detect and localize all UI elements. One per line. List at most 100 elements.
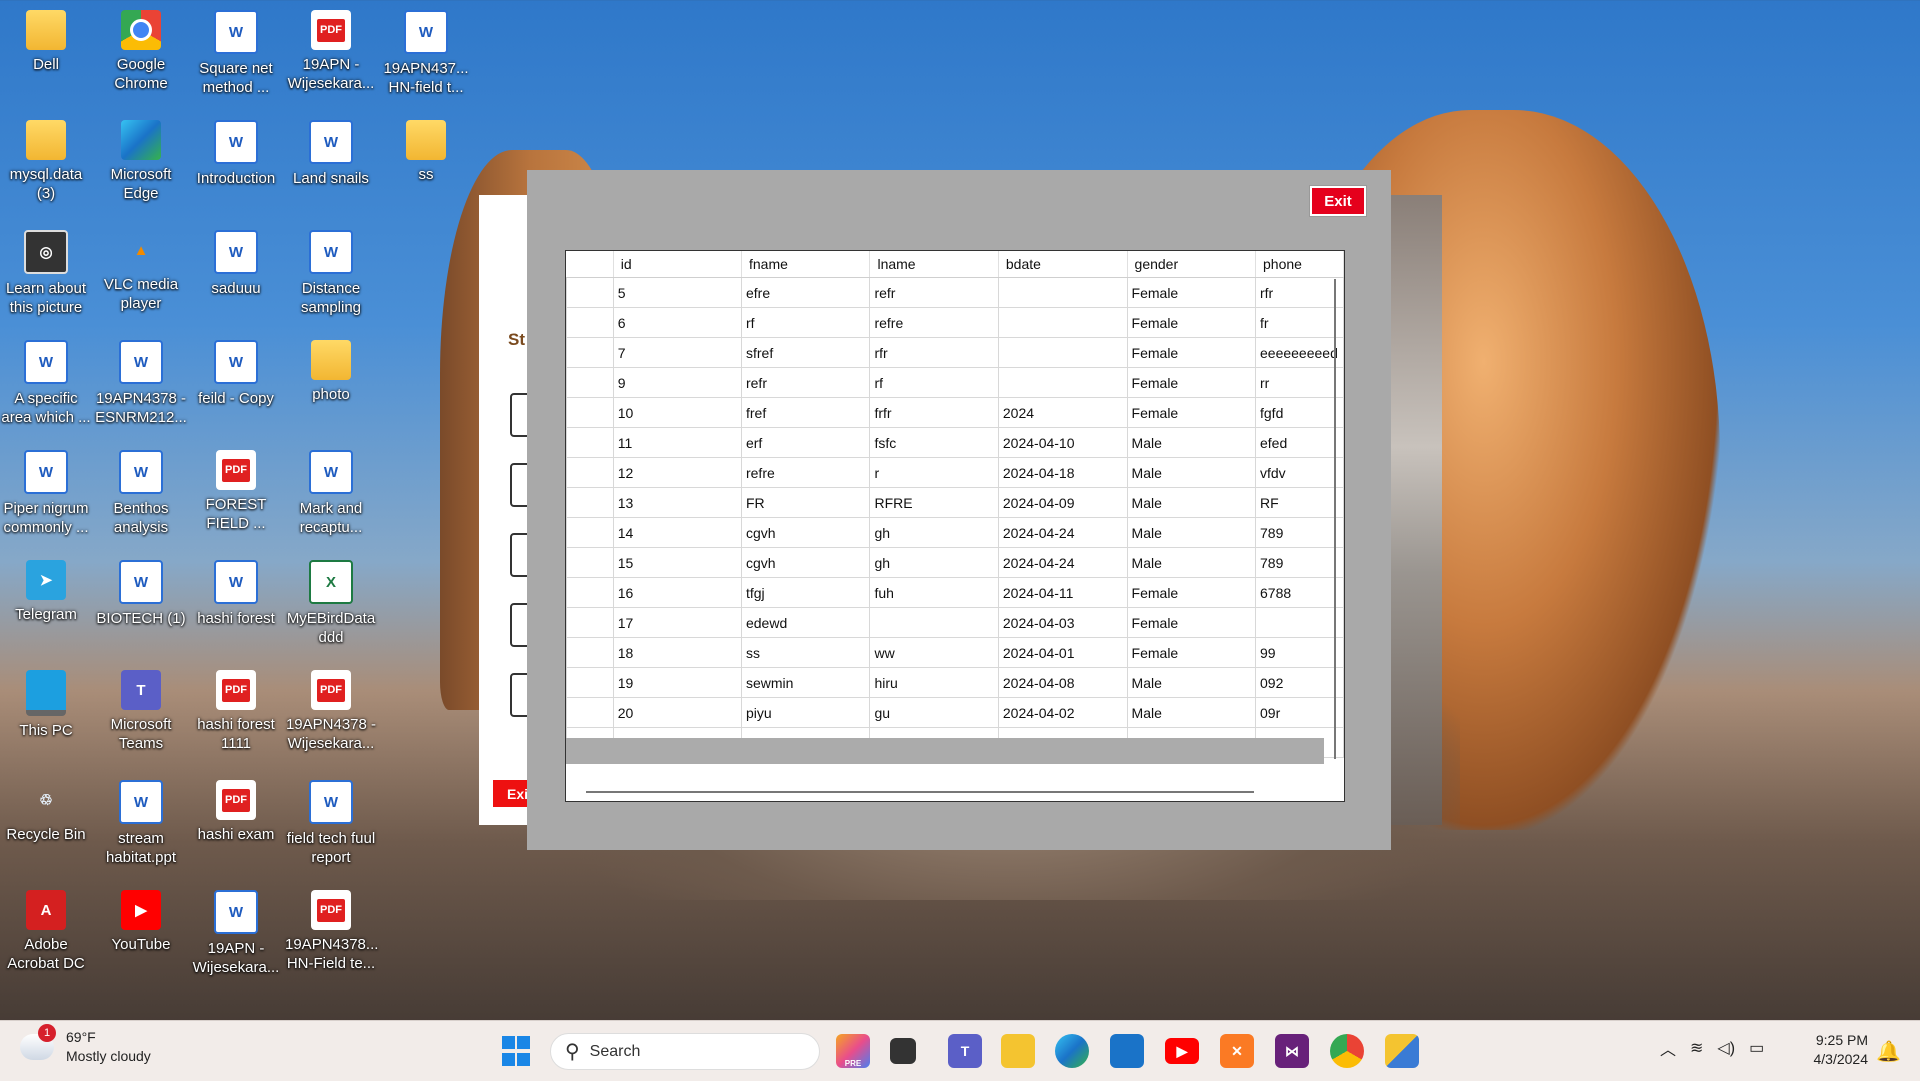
cell-lname[interactable]: fuh <box>869 577 999 608</box>
cell-lname[interactable] <box>869 607 999 638</box>
cell-gender[interactable]: Male <box>1126 547 1257 578</box>
cell-lname[interactable]: rfr <box>869 337 999 368</box>
column-header-phone[interactable]: phone <box>1255 251 1344 278</box>
cell-gender[interactable]: Male <box>1126 427 1257 458</box>
cell-phone[interactable]: fgfd <box>1255 397 1344 428</box>
cell-bdate[interactable]: 2024 <box>997 397 1128 428</box>
youtube-icon[interactable]: ▶ <box>1165 1038 1199 1064</box>
cell-fname[interactable]: refre <box>740 457 871 488</box>
row-header[interactable] <box>566 337 614 368</box>
visual-studio-icon[interactable]: ⋈ <box>1275 1034 1309 1068</box>
cell-id[interactable]: 16 <box>612 577 742 608</box>
vertical-scrollbar[interactable] <box>1334 279 1336 759</box>
row-header[interactable] <box>566 307 614 338</box>
desktop-icon[interactable]: Wfield tech fuul report <box>285 774 377 867</box>
cell-phone[interactable]: efed <box>1255 427 1344 458</box>
horizontal-scrollbar[interactable] <box>586 791 1254 793</box>
exit-button[interactable]: Exit <box>1310 186 1366 216</box>
cell-id[interactable]: 14 <box>612 517 742 548</box>
cell-phone[interactable]: 789 <box>1255 517 1344 548</box>
desktop-icon[interactable]: W Benthos analysis <box>95 444 187 537</box>
cell-lname[interactable]: ww <box>869 637 999 668</box>
table-row[interactable]: 10 fref frfr 2024 Female fgfd <box>566 397 1344 428</box>
edge-icon[interactable] <box>1055 1034 1089 1068</box>
table-row[interactable]: 16 tfgj fuh 2024-04-11 Female 6788 <box>566 577 1344 608</box>
cell-fname[interactable]: efre <box>740 277 871 308</box>
volume-icon[interactable]: ◁) <box>1717 1038 1735 1058</box>
column-header-bdate[interactable]: bdate <box>998 251 1128 278</box>
weather-widget[interactable]: 1 69°F Mostly cloudy <box>20 1024 151 1066</box>
desktop-icon[interactable]: X MyEBirdData ddd <box>285 554 377 647</box>
desktop-icon[interactable]: ➤ Telegram <box>0 554 92 624</box>
table-row[interactable]: 11 erf fsfc 2024-04-10 Male efed <box>566 427 1344 458</box>
cell-phone[interactable]: RF <box>1255 487 1344 518</box>
cell-gender[interactable]: Female <box>1126 307 1257 338</box>
desktop-icon[interactable]: W Introduction <box>190 114 282 188</box>
column-header-id[interactable]: id <box>613 251 742 278</box>
desktop-icon[interactable]: PDF 19APN -Wijesekara... <box>285 4 377 93</box>
cell-gender[interactable]: Male <box>1126 487 1257 518</box>
desktop-icon[interactable]: ◎ Learn about this picture <box>0 224 92 317</box>
cell-bdate[interactable]: 2024-04-24 <box>997 517 1128 548</box>
row-header[interactable] <box>566 487 614 518</box>
desktop-icon[interactable]: ♲ Recycle Bin <box>0 774 92 844</box>
cell-bdate[interactable] <box>997 367 1128 398</box>
desktop-icon[interactable]: Wsaduuu <box>190 224 282 298</box>
cell-gender[interactable]: Male <box>1126 517 1257 548</box>
cell-lname[interactable]: RFRE <box>869 487 999 518</box>
cell-lname[interactable]: gh <box>869 547 999 578</box>
row-header[interactable] <box>566 517 614 548</box>
cell-phone[interactable]: rr <box>1255 367 1344 398</box>
cell-phone[interactable]: 092 <box>1255 667 1344 698</box>
table-row[interactable]: 15 cgvh gh 2024-04-24 Male 789 <box>566 547 1344 578</box>
desktop-icon[interactable]: Whashi forest <box>190 554 282 628</box>
row-header[interactable] <box>566 397 614 428</box>
row-header[interactable] <box>566 367 614 398</box>
column-header-gender[interactable]: gender <box>1127 251 1257 278</box>
desktop-icon[interactable]: A Adobe Acrobat DC <box>0 884 92 973</box>
notification-bell-icon[interactable]: 🔔 <box>1876 1039 1901 1064</box>
cell-id[interactable]: 20 <box>612 697 742 728</box>
row-header[interactable] <box>566 547 614 578</box>
cell-bdate[interactable]: 2024-04-03 <box>997 607 1128 638</box>
cell-bdate[interactable]: 2024-04-24 <box>997 547 1128 578</box>
cell-bdate[interactable]: 2024-04-08 <box>997 667 1128 698</box>
cell-fname[interactable]: FR <box>740 487 871 518</box>
cell-gender[interactable]: Male <box>1126 667 1257 698</box>
cell-phone[interactable]: vfdv <box>1255 457 1344 488</box>
taskbar-search[interactable]: ⚲ Search <box>550 1033 820 1070</box>
cell-id[interactable]: 18 <box>612 637 742 668</box>
cell-phone[interactable]: fr <box>1255 307 1344 338</box>
desktop-icon[interactable]: Dell <box>0 4 92 74</box>
cell-phone[interactable] <box>1255 607 1344 638</box>
desktop-icon[interactable]: W Distance sampling <box>285 224 377 317</box>
cell-phone[interactable]: 6788 <box>1255 577 1344 608</box>
table-row[interactable]: 18 ss ww 2024-04-01 Female 99 <box>566 637 1344 668</box>
desktop-icon[interactable]: W BIOTECH (1) <box>95 554 187 628</box>
chrome-icon[interactable] <box>1330 1034 1364 1068</box>
cell-fname[interactable]: erf <box>740 427 871 458</box>
cell-id[interactable]: 13 <box>612 487 742 518</box>
row-header[interactable] <box>566 697 614 728</box>
cell-gender[interactable]: Female <box>1126 637 1257 668</box>
cell-fname[interactable]: ss <box>740 637 871 668</box>
desktop-icon[interactable]: PDF 19APN4378 -Wijesekara... <box>285 664 377 753</box>
cell-fname[interactable]: tfgj <box>740 577 871 608</box>
clock[interactable]: 9:25 PM 4/3/2024 <box>1790 1031 1869 1069</box>
cell-lname[interactable]: fsfc <box>869 427 999 458</box>
desktop-icon[interactable]: W 19APN4378 -ESNRM212... <box>95 334 187 427</box>
cell-lname[interactable]: frfr <box>869 397 999 428</box>
desktop-icon[interactable]: mysql.data (3) <box>0 114 92 203</box>
cell-gender[interactable]: Female <box>1126 277 1257 308</box>
cell-gender[interactable]: Male <box>1126 457 1257 488</box>
copilot-icon[interactable]: PRE <box>836 1034 870 1068</box>
cell-lname[interactable]: hiru <box>869 667 999 698</box>
column-header-fname[interactable]: fname <box>741 251 871 278</box>
cell-id[interactable]: 9 <box>612 367 742 398</box>
table-row[interactable]: 14 cgvh gh 2024-04-24 Male 789 <box>566 517 1344 548</box>
row-header[interactable] <box>566 457 614 488</box>
desktop-icon[interactable]: T Microsoft Teams <box>95 664 187 753</box>
cell-fname[interactable]: refr <box>740 367 871 398</box>
row-header-corner[interactable] <box>566 251 614 278</box>
desktop-icon[interactable]: PDF hashi forest 1111 <box>190 664 282 753</box>
